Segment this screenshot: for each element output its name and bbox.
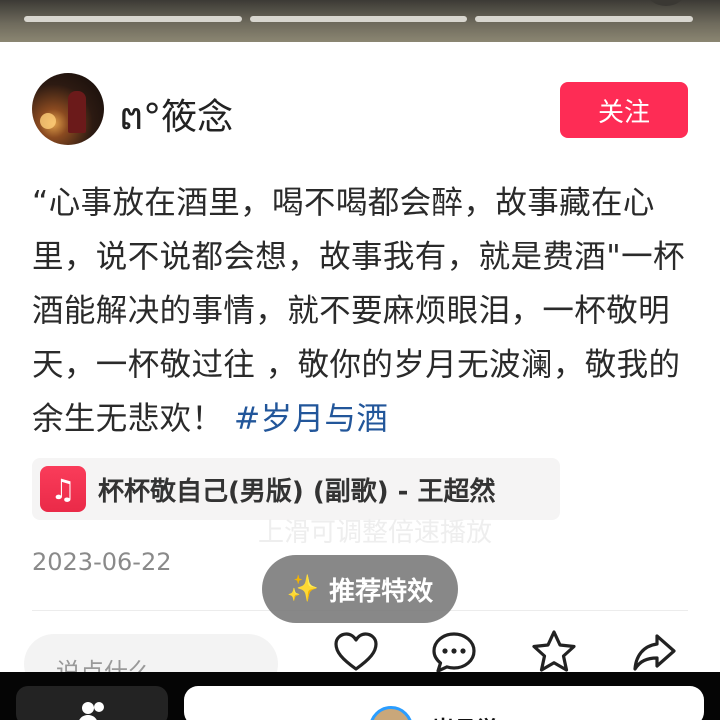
author-name[interactable]: ຕ°筱念 [120, 88, 233, 140]
effects-label: 推荐特效 [329, 576, 434, 607]
follow-button[interactable]: 关注 [560, 82, 688, 138]
avatar-figure [68, 91, 86, 133]
author-avatar[interactable] [32, 73, 104, 145]
bottom-avatar [369, 706, 413, 720]
recommended-effects-button[interactable]: ✨ 推荐特效 [262, 555, 458, 623]
post-caption: “心事放在酒里，喝不喝都会醉，故事藏在心里，说不说都会想，故事我有，就是费酒"一… [32, 176, 694, 446]
hashtag-link[interactable]: #岁月与酒 [234, 401, 388, 437]
bottom-name: 岁月觉 [432, 712, 498, 720]
progress-segment-2 [250, 16, 467, 22]
music-card[interactable]: ♫ 杯杯敬自己(男版) (副歌) - 王超然 [32, 458, 560, 520]
speed-hint-text: 上滑可调整倍速播放 [258, 518, 493, 548]
post-date: 2023-06-22 [32, 548, 172, 576]
top-button-partial[interactable] [646, 0, 686, 6]
music-title: 杯杯敬自己(男版) (副歌) - 王超然 [98, 476, 496, 507]
music-note-icon: ♫ [40, 466, 86, 512]
sparkle-icon: ✨ [286, 574, 320, 604]
progress-segment-1 [24, 16, 242, 22]
caption-text: “心事放在酒里，喝不喝都会醉，故事藏在心里，说不说都会想，故事我有，就是费酒"一… [32, 185, 685, 437]
star-icon[interactable] [530, 628, 578, 676]
media-progress-strip [0, 0, 720, 42]
avatar-light [40, 113, 56, 129]
share-icon[interactable] [630, 628, 678, 676]
comment-icon[interactable] [430, 628, 478, 676]
friends-tab[interactable] [16, 686, 168, 720]
people-icon [79, 702, 104, 720]
heart-icon[interactable] [332, 628, 380, 676]
progress-segment-3 [475, 16, 693, 22]
bottom-profile-card[interactable]: 岁月觉 [184, 686, 704, 720]
